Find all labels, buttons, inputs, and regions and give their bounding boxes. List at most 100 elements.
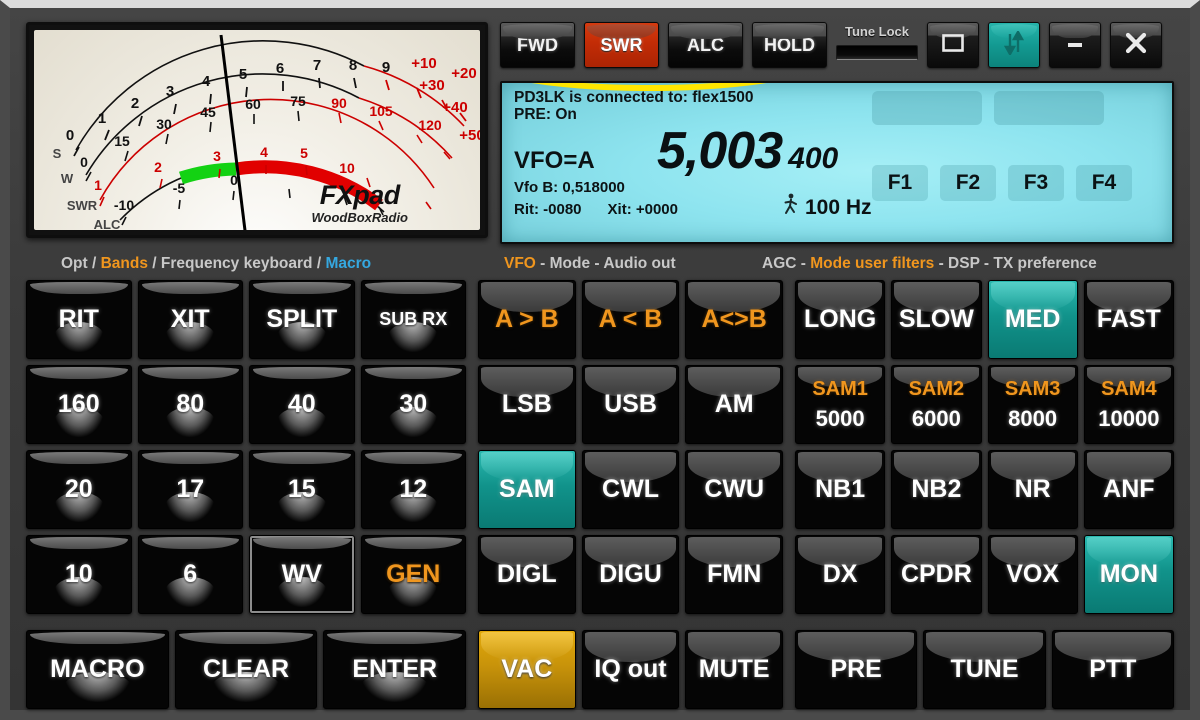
- label-frequency-keyboard[interactable]: Frequency keyboard: [161, 255, 313, 272]
- fkey-f4[interactable]: F4: [1076, 165, 1132, 201]
- enter-label: ENTER: [352, 655, 438, 683]
- filter-sam3-button[interactable]: SAM3 8000: [987, 365, 1078, 444]
- brand-name: FXpad: [319, 180, 401, 210]
- band-40-button[interactable]: 40: [249, 365, 355, 444]
- agc-slow-label: SLOW: [898, 305, 974, 333]
- band-wv-button[interactable]: WV: [249, 535, 355, 614]
- meter-hold-button[interactable]: HOLD: [752, 22, 827, 68]
- mute-button[interactable]: MUTE: [685, 630, 784, 709]
- fkey-f1[interactable]: F1: [872, 165, 928, 201]
- meter-alc-button[interactable]: ALC: [668, 22, 743, 68]
- mode-cwl-label: CWL: [602, 475, 659, 503]
- clear-button[interactable]: CLEAR: [174, 630, 318, 709]
- mode-lsb-label: LSB: [501, 390, 552, 418]
- tune-lock-slider[interactable]: [836, 45, 918, 60]
- band-160-button[interactable]: 160: [26, 365, 132, 444]
- mode-usb-button[interactable]: USB: [581, 365, 680, 444]
- meter-branding: FXpad WoodBoxRadio: [311, 180, 408, 225]
- label-bands[interactable]: Bands: [101, 255, 148, 272]
- meter-swr-button[interactable]: SWR: [584, 22, 659, 68]
- mode-cwl-button[interactable]: CWL: [581, 450, 680, 529]
- vac-button[interactable]: VAC: [478, 630, 576, 709]
- label-macro[interactable]: Macro: [325, 255, 371, 272]
- restore-window-button[interactable]: [927, 22, 979, 68]
- label-agc[interactable]: AGC: [762, 255, 796, 272]
- dsp-nb2-button[interactable]: NB2: [891, 450, 982, 529]
- mode-sam-button[interactable]: SAM: [478, 450, 576, 529]
- frequency-main: 5,003: [657, 122, 783, 180]
- ptt-label: PTT: [1089, 655, 1137, 683]
- close-window-button[interactable]: [1110, 22, 1162, 68]
- vfo-b-to-a-button[interactable]: A < B: [581, 280, 680, 359]
- mode-digl-button[interactable]: DIGL: [478, 535, 576, 614]
- minimize-icon: [1064, 34, 1086, 57]
- vfo-a-to-b-button[interactable]: A > B: [478, 280, 576, 359]
- band-12-button[interactable]: 12: [360, 450, 466, 529]
- connection-status: PD3LK is connected to: flex1500 PRE: On: [514, 89, 753, 124]
- tx-dx-label: DX: [822, 560, 858, 588]
- dsp-anf-button[interactable]: ANF: [1083, 450, 1174, 529]
- indicator-box-2[interactable]: [994, 91, 1104, 125]
- xit-button[interactable]: XIT: [137, 280, 243, 359]
- label-vfo[interactable]: VFO: [504, 255, 536, 272]
- rit-xit-readout: Rit: -0080 Xit: +0000: [514, 201, 678, 218]
- vfo-lcd-display[interactable]: PD3LK is connected to: flex1500 PRE: On …: [500, 81, 1174, 244]
- dsp-nb1-button[interactable]: NB1: [795, 450, 886, 529]
- agc-fast-button[interactable]: FAST: [1083, 280, 1174, 359]
- tx-dx-button[interactable]: DX: [795, 535, 886, 614]
- indicator-box-1[interactable]: [872, 91, 982, 125]
- tune-label: TUNE: [950, 655, 1019, 683]
- fkey-f2[interactable]: F2: [940, 165, 996, 201]
- mode-lsb-button[interactable]: LSB: [478, 365, 576, 444]
- band-17-button[interactable]: 17: [137, 450, 243, 529]
- band-80-button[interactable]: 80: [137, 365, 243, 444]
- tune-button[interactable]: TUNE: [923, 630, 1046, 709]
- app-frame: 0 1 2 3 4 5 6 7 8 9 +10 +20 0 15 30 45 6…: [10, 8, 1190, 710]
- frequency-readout[interactable]: 5,003 400: [657, 125, 838, 177]
- sub-rx-button[interactable]: SUB RX: [360, 280, 466, 359]
- band-10-button[interactable]: 10: [26, 535, 132, 614]
- agc-slow-button[interactable]: SLOW: [891, 280, 982, 359]
- mode-cwu-button[interactable]: CWU: [685, 450, 784, 529]
- mode-digu-button[interactable]: DIGU: [581, 535, 680, 614]
- ptt-button[interactable]: PTT: [1051, 630, 1174, 709]
- rit-button[interactable]: RIT: [26, 280, 132, 359]
- filter-sam4-button[interactable]: SAM4 10000: [1083, 365, 1174, 444]
- band-20-button[interactable]: 20: [26, 450, 132, 529]
- vfo-swap-button[interactable]: A<>B: [685, 280, 784, 359]
- macro-button[interactable]: MACRO: [26, 630, 169, 709]
- left-grid-spacer: [26, 620, 466, 630]
- swap-vfo-button[interactable]: [988, 22, 1040, 68]
- tx-mon-button[interactable]: MON: [1083, 535, 1174, 614]
- label-opt[interactable]: Opt: [61, 255, 88, 272]
- tuning-step-readout[interactable]: 100 Hz: [782, 193, 872, 223]
- mode-fmn-button[interactable]: FMN: [685, 535, 784, 614]
- band-30-label: 30: [399, 390, 428, 418]
- filter-sam1-button[interactable]: SAM1 5000: [795, 365, 886, 444]
- band-6-button[interactable]: 6: [137, 535, 243, 614]
- tx-cpdr-button[interactable]: CPDR: [891, 535, 982, 614]
- iq-out-button[interactable]: IQ out: [581, 630, 680, 709]
- filter-sam2-button[interactable]: SAM2 6000: [891, 365, 982, 444]
- band-15-button[interactable]: 15: [249, 450, 355, 529]
- analog-signal-meter[interactable]: 0 1 2 3 4 5 6 7 8 9 +10 +20 0 15 30 45 6…: [26, 22, 488, 238]
- dsp-nr-button[interactable]: NR: [987, 450, 1078, 529]
- mode-am-button[interactable]: AM: [685, 365, 784, 444]
- pre-button[interactable]: PRE: [795, 630, 918, 709]
- minimize-window-button[interactable]: [1049, 22, 1101, 68]
- tune-lock-control[interactable]: Tune Lock: [836, 22, 918, 60]
- band-gen-button[interactable]: GEN: [360, 535, 466, 614]
- meter-fwd-button[interactable]: FWD: [500, 22, 575, 68]
- dsp-nb2-label: NB2: [911, 475, 962, 503]
- agc-med-button[interactable]: MED: [987, 280, 1078, 359]
- fkey-f3[interactable]: F3: [1008, 165, 1064, 201]
- left-section-label: Opt / Bands / Frequency keyboard / Macro: [26, 255, 496, 273]
- label-mode-user-filters[interactable]: Mode user filters: [810, 255, 934, 272]
- band-30-button[interactable]: 30: [360, 365, 466, 444]
- enter-button[interactable]: ENTER: [323, 630, 467, 709]
- svg-text:+30: +30: [419, 77, 444, 94]
- label-dsp-tx: - DSP - TX preference: [934, 255, 1097, 272]
- agc-long-button[interactable]: LONG: [795, 280, 886, 359]
- split-button[interactable]: SPLIT: [249, 280, 355, 359]
- tx-vox-button[interactable]: VOX: [987, 535, 1078, 614]
